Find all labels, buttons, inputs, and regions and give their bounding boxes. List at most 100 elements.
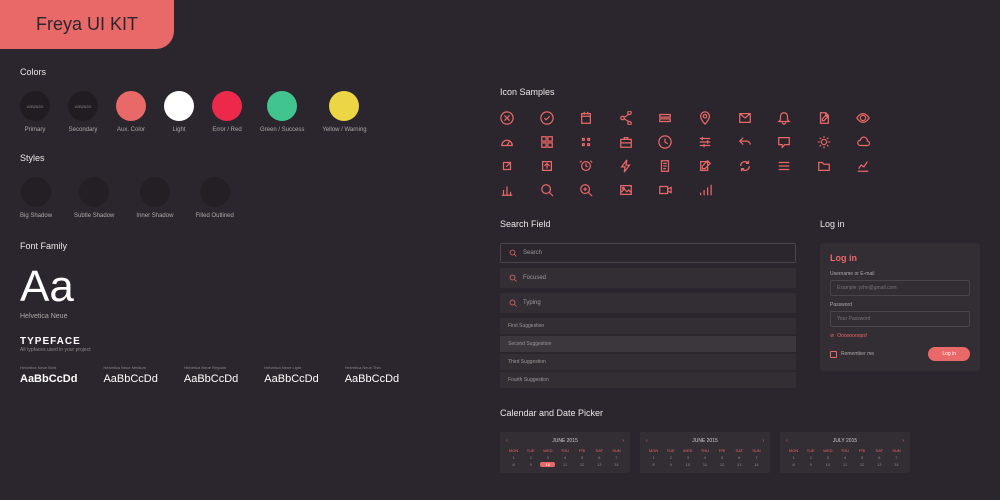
swatch-aux <box>116 91 146 121</box>
calendar-day[interactable]: 5 <box>715 455 730 460</box>
comment-icon <box>777 135 791 149</box>
calendar-day[interactable]: 8 <box>506 462 521 467</box>
calendar-day[interactable]: 7 <box>749 455 764 460</box>
calendar-day[interactable]: 1 <box>786 455 801 460</box>
calendar-day[interactable]: 13 <box>592 462 607 467</box>
search-icon <box>509 299 517 307</box>
layers-icon <box>658 111 672 125</box>
search-input-focused[interactable]: Focused <box>500 268 796 288</box>
calendar-day[interactable]: 4 <box>557 455 572 460</box>
style-subtle-shadow <box>79 177 109 207</box>
alarm-icon <box>579 159 593 173</box>
font-sample-large: Aa <box>20 265 460 309</box>
suggestion-item[interactable]: Third Suggestion <box>500 354 796 370</box>
calendar-day[interactable]: 3 <box>680 455 695 460</box>
suggestion-item[interactable]: First Suggestion <box>500 318 796 334</box>
calendar-day[interactable]: 11 <box>557 462 572 467</box>
style-big-shadow <box>21 177 51 207</box>
calendar-day[interactable]: 4 <box>837 455 852 460</box>
calendar-widget[interactable]: ‹JUNE 2015›MONTUEWEDTHUFRISATSUN12345678… <box>640 432 770 473</box>
login-form-title: Log in <box>830 253 970 263</box>
next-month-icon[interactable]: › <box>902 438 904 444</box>
prev-month-icon[interactable]: ‹ <box>506 438 508 444</box>
menu-icon <box>777 159 791 173</box>
calendar-day[interactable]: 9 <box>663 462 678 467</box>
prev-month-icon[interactable]: ‹ <box>786 438 788 444</box>
swatch-warning <box>329 91 359 121</box>
calendar-day[interactable]: 12 <box>715 462 730 467</box>
calendar-widget[interactable]: ‹JULY 2015›MONTUEWEDTHUFRISATSUN12345678… <box>780 432 910 473</box>
calendar-day[interactable]: 14 <box>749 462 764 467</box>
swatch-secondary: #2B262D <box>68 91 98 121</box>
warning-icon: ⊘ <box>830 333 834 339</box>
calendar-icon <box>579 111 593 125</box>
grid-icon <box>540 135 554 149</box>
swatch-primary: #2B262D <box>20 91 50 121</box>
calendar-day[interactable]: 7 <box>609 455 624 460</box>
calendar-day[interactable]: 3 <box>540 455 555 460</box>
error-message: ⊘Oooooooops! <box>830 333 970 339</box>
zoom-icon <box>579 183 593 197</box>
checkbox-icon <box>830 351 837 358</box>
month-label: JULY 2015 <box>833 438 857 444</box>
font-name: Helvetica Neue <box>20 313 460 320</box>
login-form: Log in Username or E-mail Password ⊘Oooo… <box>820 243 980 371</box>
username-input[interactable] <box>830 280 970 296</box>
calendar-day[interactable]: 6 <box>732 455 747 460</box>
calendar-day[interactable]: 5 <box>855 455 870 460</box>
calendar-day[interactable]: 13 <box>732 462 747 467</box>
flash-icon <box>619 159 633 173</box>
calendar-day[interactable]: 14 <box>609 462 624 467</box>
remember-checkbox[interactable]: Remember me <box>830 351 874 358</box>
calendar-day[interactable]: 2 <box>803 455 818 460</box>
calendar-day[interactable]: 11 <box>837 462 852 467</box>
calendar-day[interactable]: 6 <box>872 455 887 460</box>
login-button[interactable]: Log in <box>928 347 970 361</box>
next-month-icon[interactable]: › <box>762 438 764 444</box>
swatch-success <box>267 91 297 121</box>
calendar-day[interactable]: 10 <box>540 462 555 467</box>
calendar-day[interactable]: 10 <box>820 462 835 467</box>
bell-icon <box>777 111 791 125</box>
password-input[interactable] <box>830 311 970 327</box>
calendar-day[interactable]: 6 <box>592 455 607 460</box>
calendar-day[interactable]: 12 <box>855 462 870 467</box>
calendar-day[interactable]: 9 <box>523 462 538 467</box>
image-icon <box>619 183 633 197</box>
calendar-day[interactable]: 11 <box>697 462 712 467</box>
calendar-day[interactable]: 2 <box>523 455 538 460</box>
folder-icon <box>817 159 831 173</box>
reply-icon <box>738 135 752 149</box>
calendar-day[interactable]: 13 <box>872 462 887 467</box>
month-label: JUNE 2015 <box>692 438 718 444</box>
calendar-day[interactable]: 2 <box>663 455 678 460</box>
calendar-day[interactable]: 10 <box>680 462 695 467</box>
icons-heading: Icon Samples <box>500 87 980 97</box>
month-label: JUNE 2015 <box>552 438 578 444</box>
suggestion-item[interactable]: Second Suggestion <box>500 336 796 352</box>
calendar-day[interactable]: 8 <box>646 462 661 467</box>
calendar-day[interactable]: 8 <box>786 462 801 467</box>
calendar-day[interactable]: 4 <box>697 455 712 460</box>
close-circle-icon <box>500 111 514 125</box>
colors-heading: Colors <box>20 67 460 77</box>
calendar-widget[interactable]: ‹JUNE 2015›MONTUEWEDTHUFRISATSUN12345678… <box>500 432 630 473</box>
calendar-day[interactable]: 12 <box>575 462 590 467</box>
styles-row: Big Shadow Subtle Shadow Inner Shadow Fi… <box>20 177 460 219</box>
share-icon <box>619 111 633 125</box>
next-month-icon[interactable]: › <box>622 438 624 444</box>
login-heading: Log in <box>820 219 980 229</box>
search-input-typing[interactable]: Typing <box>500 293 796 313</box>
search-input-default[interactable]: Search <box>500 243 796 263</box>
calendar-day[interactable]: 7 <box>889 455 904 460</box>
eye-icon <box>856 111 870 125</box>
calendar-day[interactable]: 14 <box>889 462 904 467</box>
calendar-day[interactable]: 9 <box>803 462 818 467</box>
calendar-day[interactable]: 5 <box>575 455 590 460</box>
calendar-day[interactable]: 1 <box>646 455 661 460</box>
suggestion-item[interactable]: Fourth Suggestion <box>500 372 796 388</box>
prev-month-icon[interactable]: ‹ <box>646 438 648 444</box>
calendar-day[interactable]: 3 <box>820 455 835 460</box>
calendar-day[interactable]: 1 <box>506 455 521 460</box>
icon-grid <box>500 111 880 197</box>
